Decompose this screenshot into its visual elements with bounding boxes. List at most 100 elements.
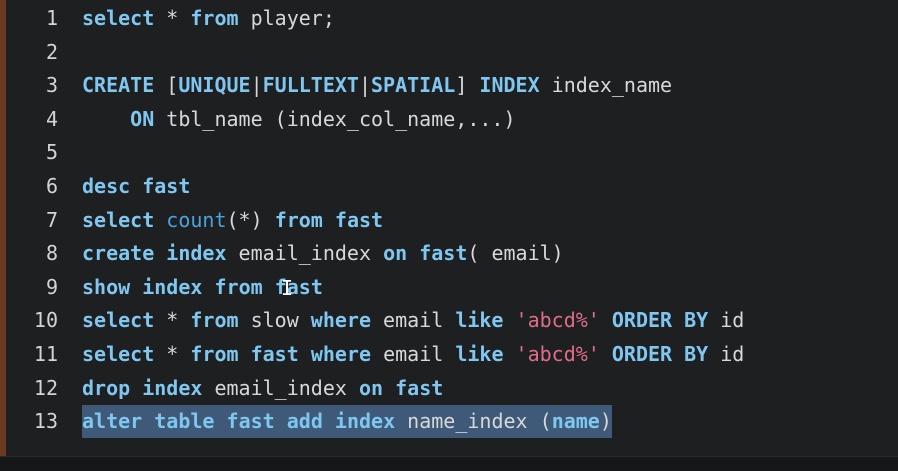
code-token: email <box>371 342 456 366</box>
line-number: 6 <box>45 174 58 198</box>
sql-keyword: like <box>455 342 504 366</box>
code-line[interactable]: 4 ON tbl_name (index_col_name,...) <box>0 103 898 136</box>
selected-code-text[interactable]: alter table fast add index name_index (n… <box>82 405 612 439</box>
line-number: 3 <box>45 73 58 98</box>
code-text[interactable]: select * from slow where email like 'abc… <box>82 304 744 337</box>
code-line[interactable]: 13 alter table fast add index name_index … <box>0 405 898 439</box>
sql-keyword: add <box>286 409 323 434</box>
code-token: email_index <box>202 375 359 400</box>
line-number: 5 <box>45 140 58 165</box>
code-token: (*) <box>226 207 275 232</box>
sql-keyword: from <box>274 207 323 232</box>
sql-keyword: drop <box>82 375 131 400</box>
sql-keyword: on <box>358 375 384 400</box>
code-line[interactable]: 8 create index email_index on fast( email… <box>0 237 898 270</box>
code-text[interactable]: create index email_index on fast( email) <box>82 237 564 270</box>
sql-keyword: index <box>142 375 203 400</box>
sql-keyword: ORDER BY <box>611 342 709 366</box>
code-text[interactable]: desc fast <box>82 170 190 203</box>
sql-keyword: ORDER BY <box>611 308 709 333</box>
code-token: index_name <box>539 73 673 98</box>
line-number: 4 <box>45 106 58 131</box>
code-text[interactable]: select count(*) from fast <box>82 204 383 237</box>
sql-keyword: select <box>82 6 155 30</box>
code-token: tbl_name (index_col_name,...) <box>154 106 516 131</box>
code-line[interactable]: 9 show index from fast <box>0 271 898 304</box>
sql-keyword: create <box>82 241 155 266</box>
sql-keyword: ON <box>130 106 155 131</box>
sql-keyword: alter <box>82 409 143 434</box>
code-text[interactable]: ON tbl_name (index_col_name,...) <box>82 103 516 136</box>
code-token: name_index ( <box>395 409 552 434</box>
code-token: ) <box>599 409 612 434</box>
sql-keyword: fast <box>250 342 299 366</box>
code-token: * <box>154 6 191 30</box>
line-number: 12 <box>33 375 58 400</box>
line-number: 9 <box>45 274 58 299</box>
code-token: * <box>154 308 191 333</box>
sql-keyword: index <box>142 274 203 299</box>
sql-function: count <box>166 207 227 232</box>
code-line[interactable]: 3 CREATE [UNIQUE|FULLTEXT|SPATIAL] INDEX … <box>0 69 898 102</box>
sql-keyword: CREATE <box>82 73 155 98</box>
line-number: 13 <box>33 409 58 434</box>
sql-editor-window: 1 select * from player; 2 3 CREATE [UNIQUE|F… <box>0 0 898 471</box>
sql-keyword: fast <box>226 409 275 434</box>
line-number: 2 <box>45 39 58 64</box>
code-line[interactable]: 7 select count(*) from fast <box>0 204 898 237</box>
code-line[interactable]: 6 desc fast <box>0 170 898 203</box>
code-line[interactable]: 12 drop index email_index on fast <box>0 372 898 405</box>
code-line[interactable]: 10 select * from slow where email like 'a… <box>0 304 898 337</box>
code-token: player; <box>238 6 335 30</box>
code-text[interactable]: drop index email_index on fast <box>82 372 443 405</box>
code-line[interactable]: 1 select * from player; <box>0 2 898 35</box>
code-token: id <box>708 342 745 366</box>
code-token: | <box>250 73 263 98</box>
sql-keyword: fast <box>395 375 444 400</box>
code-text[interactable]: select * from player; <box>82 2 335 35</box>
sql-keyword: where <box>310 308 372 333</box>
line-number: 10 <box>33 308 58 333</box>
sql-keyword: from <box>190 308 239 333</box>
sql-keyword: from <box>190 6 239 30</box>
sql-string: 'abcd%' <box>515 308 600 333</box>
sql-keyword: from <box>214 274 263 299</box>
code-token: ( email) <box>467 241 564 266</box>
code-line[interactable]: 11 select * from fast where email like 'a… <box>0 338 898 371</box>
line-number: 8 <box>45 241 58 266</box>
sql-keyword: like <box>455 308 504 333</box>
sql-keyword: select <box>82 207 155 232</box>
sql-keyword: from <box>190 342 239 366</box>
code-line[interactable]: 5 <box>0 136 898 169</box>
sql-keyword: SPATIAL <box>371 73 456 98</box>
sql-keyword: table <box>154 409 215 434</box>
sql-keyword: index <box>166 241 227 266</box>
sql-keyword: select <box>82 308 155 333</box>
sql-keyword: fast <box>142 174 191 198</box>
sql-keyword: where <box>310 342 372 366</box>
code-line[interactable]: 2 <box>0 36 898 69</box>
code-text[interactable]: select * from fast where email like 'abc… <box>82 338 744 371</box>
code-token: email <box>371 308 456 333</box>
sql-keyword: UNIQUE <box>178 73 251 98</box>
sql-keyword: index <box>334 409 396 434</box>
code-text[interactable]: CREATE [UNIQUE|FULLTEXT|SPATIAL] INDEX i… <box>82 69 672 102</box>
